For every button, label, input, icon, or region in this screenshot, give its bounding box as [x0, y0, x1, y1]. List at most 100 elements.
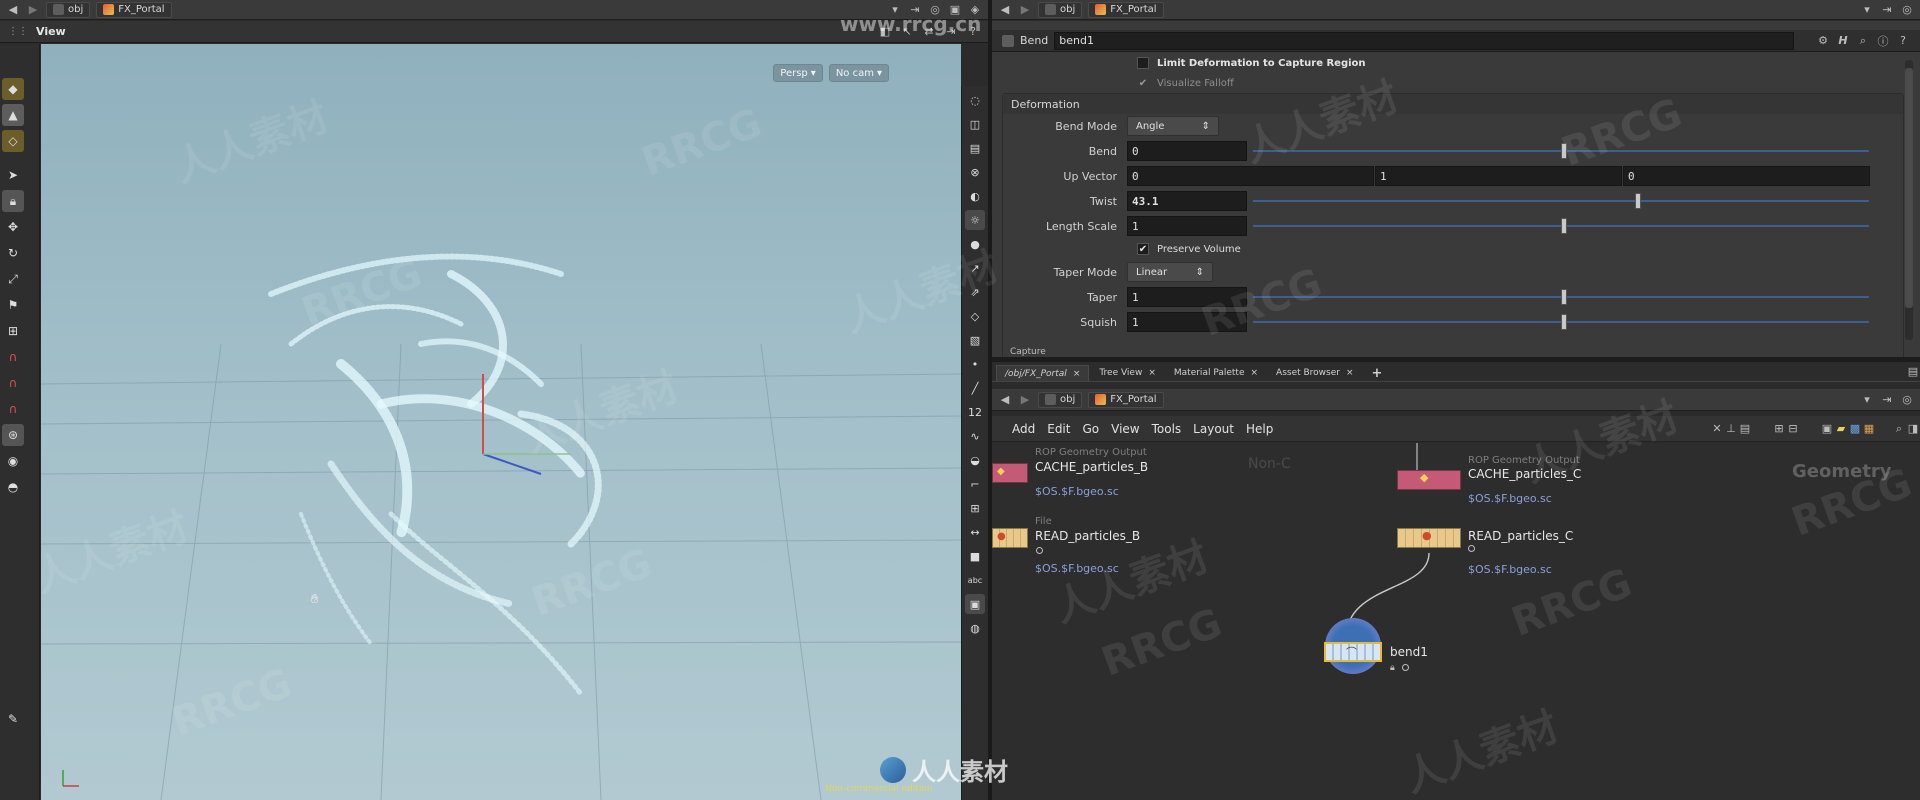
bend-node-lock-icon[interactable]: 🔒︎: [1390, 663, 1395, 673]
tab-menu-icon[interactable]: ▤: [1906, 365, 1920, 378]
visualize-falloff-checkbox[interactable]: ✔: [1137, 77, 1149, 89]
tab-close-icon[interactable]: ×: [1148, 368, 1156, 378]
menu-layout[interactable]: Layout: [1187, 422, 1240, 436]
menu-add[interactable]: Add: [1006, 422, 1041, 436]
rotate-icon[interactable]: ↻: [2, 242, 24, 264]
cache-c-node[interactable]: ◆: [1397, 470, 1461, 490]
display-normal-icon[interactable]: ↗: [965, 258, 985, 278]
tab-asset-browser[interactable]: Asset Browser ×: [1268, 365, 1361, 381]
bucket-icon[interactable]: ◓: [2, 476, 24, 498]
display-background-icon[interactable]: ▣: [965, 594, 985, 614]
list-icon[interactable]: ▤: [1738, 422, 1752, 435]
back-arrow-icon[interactable]: ◀: [998, 3, 1012, 16]
lock-icon[interactable]: 🔒︎: [2, 190, 24, 212]
scale-icon[interactable]: ⤢: [2, 268, 24, 290]
background-image-icon[interactable]: ▩: [1848, 422, 1862, 435]
menu-tools[interactable]: Tools: [1146, 422, 1188, 436]
length-scale-slider-knob[interactable]: [1561, 218, 1567, 234]
grid-icon[interactable]: ⊞: [1772, 422, 1786, 435]
display-edge-icon[interactable]: ╱: [965, 378, 985, 398]
up-vector-z-field[interactable]: 0: [1623, 166, 1870, 186]
snapping-icon[interactable]: ⊛: [2, 424, 24, 446]
image-icon[interactable]: ▣: [1820, 422, 1834, 435]
squish-slider-knob[interactable]: [1561, 314, 1567, 330]
houdini-help-icon[interactable]: H: [1836, 34, 1850, 47]
read-b-node[interactable]: ●: [992, 528, 1028, 548]
display-number-icon[interactable]: 12: [965, 402, 985, 422]
squish-slider[interactable]: [1253, 314, 1869, 330]
render-region-icon[interactable]: ◉: [2, 450, 24, 472]
handle-icon[interactable]: ⊞: [2, 320, 24, 342]
viewport[interactable]: Persp ▾ No cam ▾ ✋︎ Non-commercial edition: [41, 44, 961, 800]
preview-icon[interactable]: ◨: [1906, 422, 1920, 435]
tab-close-icon[interactable]: ×: [1346, 368, 1354, 378]
twist-slider[interactable]: [1253, 193, 1869, 209]
tab-material-palette[interactable]: Material Palette ×: [1166, 365, 1266, 381]
forward-arrow-icon[interactable]: ▶: [1018, 393, 1032, 406]
pose-icon[interactable]: ⚑: [2, 294, 24, 316]
tab-close-icon[interactable]: ×: [1073, 369, 1081, 379]
pin-icon[interactable]: ⇥: [1880, 3, 1894, 16]
link-icon[interactable]: ◎: [1900, 3, 1914, 16]
path-crumb-network[interactable]: FX_Portal: [1088, 1, 1164, 18]
tab-close-icon[interactable]: ×: [1250, 368, 1258, 378]
bend-field[interactable]: 0: [1127, 141, 1247, 161]
link-icon[interactable]: ◎: [1900, 393, 1914, 406]
bend-mode-dropdown[interactable]: Angle ⇕: [1127, 116, 1219, 136]
up-vector-y-field[interactable]: 1: [1375, 166, 1622, 186]
read-c-output-connector[interactable]: [1468, 545, 1475, 552]
taper-slider-knob[interactable]: [1561, 289, 1567, 305]
gear-icon[interactable]: ⚙: [1816, 34, 1830, 47]
add-tab-button[interactable]: +: [1364, 365, 1391, 381]
back-arrow-icon[interactable]: ◀: [6, 3, 20, 16]
taper-field[interactable]: 1: [1127, 287, 1247, 307]
bend-slider-knob[interactable]: [1561, 143, 1567, 159]
path-crumb-obj[interactable]: obj: [1038, 1, 1083, 18]
display-bucket-icon[interactable]: ◒: [965, 450, 985, 470]
menu-view[interactable]: View: [1105, 422, 1145, 436]
display-lights-icon[interactable]: ☼: [965, 210, 985, 230]
path-crumb-obj[interactable]: obj: [46, 1, 91, 18]
object-mode-icon[interactable]: ▲: [2, 104, 24, 126]
menu-help[interactable]: Help: [1240, 422, 1279, 436]
display-stop-icon[interactable]: ■: [965, 546, 985, 566]
taper-slider[interactable]: [1253, 289, 1869, 305]
render-icon[interactable]: ✎: [2, 708, 24, 730]
forward-arrow-icon[interactable]: ▶: [26, 3, 40, 16]
display-curve-icon[interactable]: ∿: [965, 426, 985, 446]
cache-b-node[interactable]: ◆: [992, 463, 1028, 483]
up-vector-x-field[interactable]: 0: [1127, 166, 1374, 186]
pin-icon[interactable]: ⇥: [1880, 393, 1894, 406]
search-icon[interactable]: ⌕: [1856, 34, 1870, 48]
tree-icon[interactable]: ⊥: [1724, 422, 1738, 435]
display-arrows-icon[interactable]: ↔: [965, 522, 985, 542]
squish-field[interactable]: 1: [1127, 312, 1247, 332]
magnet-icon-3[interactable]: ∩: [2, 398, 24, 420]
display-abc-icon[interactable]: abc: [965, 570, 985, 590]
path-crumb-obj[interactable]: obj: [1038, 391, 1083, 408]
path-crumb-network[interactable]: FX_Portal: [1088, 391, 1164, 408]
geometry-mode-icon[interactable]: ◇: [2, 130, 24, 152]
network-search-icon[interactable]: ⌕: [1892, 422, 1906, 436]
display-point-icon[interactable]: ●: [965, 234, 985, 254]
camera-select-button[interactable]: No cam ▾: [828, 64, 889, 82]
display-dot-icon[interactable]: •: [965, 354, 985, 374]
display-prim-icon[interactable]: ◇: [965, 306, 985, 326]
network-canvas[interactable]: Non-C Geometry ◆ ROP Geometry Output CAC…: [992, 443, 1920, 800]
twist-field[interactable]: 43.1: [1127, 191, 1247, 211]
camera-mode-button[interactable]: Persp ▾: [773, 64, 823, 82]
display-wireframe-icon[interactable]: ◫: [965, 114, 985, 134]
display-xray-icon[interactable]: ⊗: [965, 162, 985, 182]
twist-slider-knob[interactable]: [1634, 193, 1641, 209]
read-c-node[interactable]: ●: [1397, 528, 1461, 548]
select-mode-icon[interactable]: ◆: [2, 78, 24, 100]
box-icon[interactable]: ▦: [1862, 422, 1876, 435]
menu-go[interactable]: Go: [1076, 422, 1105, 436]
bend-output-connector[interactable]: [1402, 664, 1409, 671]
magnet-icon-2[interactable]: ∩: [2, 372, 24, 394]
wrench-icon[interactable]: ✕: [1710, 422, 1724, 435]
back-arrow-icon[interactable]: ◀: [998, 393, 1012, 406]
read-b-output-connector[interactable]: [1036, 547, 1043, 554]
path-dropdown-icon[interactable]: ▾: [1860, 3, 1874, 16]
arrow-tool-icon[interactable]: ➤: [2, 164, 24, 186]
